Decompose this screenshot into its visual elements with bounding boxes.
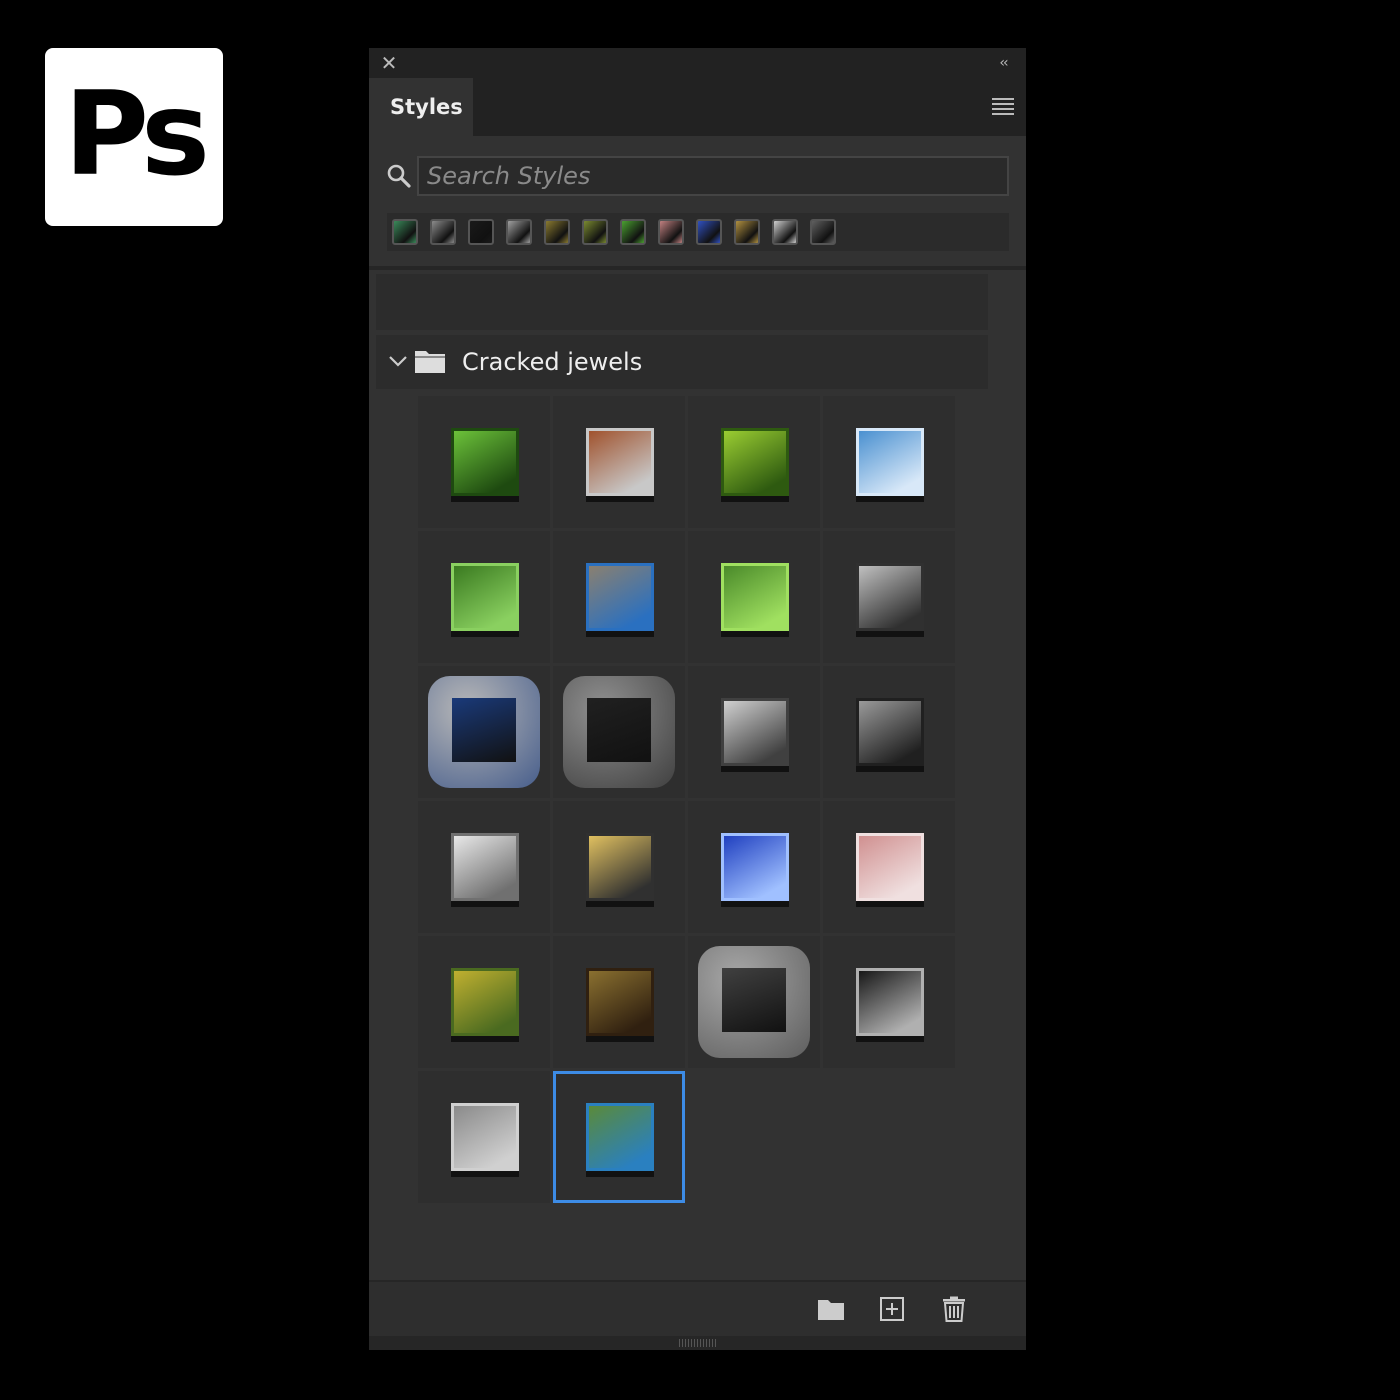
style-swatch-blue-ice[interactable] bbox=[823, 396, 955, 528]
chevron-down-icon[interactable] bbox=[386, 349, 410, 373]
style-swatch-white-marble[interactable] bbox=[418, 801, 550, 933]
cracked-stone-style-icon bbox=[698, 946, 810, 1058]
panel-titlebar: ✕ ‹‹ bbox=[369, 48, 1026, 78]
style-swatch-gray-granite[interactable] bbox=[418, 1071, 550, 1203]
cobalt-blue-style-icon bbox=[721, 833, 789, 901]
logo-text: Ps bbox=[63, 67, 210, 202]
gray-smoke-style-icon bbox=[856, 698, 924, 766]
style-swatch-black-chrome[interactable] bbox=[823, 936, 955, 1068]
style-swatch-rust-bevel[interactable] bbox=[553, 396, 685, 528]
style-swatch-stone-blue[interactable] bbox=[553, 531, 685, 663]
tab-styles[interactable]: Styles bbox=[369, 78, 473, 136]
olive-swatch-icon[interactable] bbox=[582, 219, 608, 245]
panel-menu-icon[interactable] bbox=[992, 98, 1014, 115]
style-swatch-diamond-frame[interactable] bbox=[553, 666, 685, 798]
silver-chrome-style-icon bbox=[856, 563, 924, 631]
style-swatch-gold-jewel[interactable] bbox=[553, 801, 685, 933]
silver-frame-swatch-icon[interactable] bbox=[506, 219, 532, 245]
diamond-frame-style-icon bbox=[563, 676, 675, 788]
style-swatch-lime-cracked[interactable] bbox=[688, 396, 820, 528]
green-blue-swatch-icon[interactable] bbox=[392, 219, 418, 245]
group-label: Cracked jewels bbox=[462, 348, 643, 376]
plus-square-icon[interactable] bbox=[878, 1296, 906, 1322]
black-swatch-icon[interactable] bbox=[468, 219, 494, 245]
panel-divider bbox=[369, 266, 1026, 270]
search-icon bbox=[387, 164, 411, 188]
folder-icon bbox=[415, 351, 445, 373]
tab-row: Styles bbox=[369, 78, 1026, 136]
moss-green-style-icon bbox=[451, 563, 519, 631]
search-input[interactable] bbox=[417, 156, 1009, 196]
green-glossy-style-icon bbox=[451, 428, 519, 496]
gold-swatch-icon[interactable] bbox=[544, 219, 570, 245]
style-swatch-cracked-stone[interactable] bbox=[688, 936, 820, 1068]
mesh-silver-style-icon bbox=[721, 698, 789, 766]
gold-black-swatch-icon[interactable] bbox=[734, 219, 760, 245]
style-swatch-moss-green[interactable] bbox=[418, 531, 550, 663]
white-marble-style-icon bbox=[451, 833, 519, 901]
resize-bar[interactable] bbox=[369, 1336, 1026, 1350]
style-swatch-gray-smoke[interactable] bbox=[823, 666, 955, 798]
style-group-row[interactable]: Cracked jewels bbox=[376, 335, 988, 389]
style-swatch-green-glossy[interactable] bbox=[418, 396, 550, 528]
close-icon[interactable]: ✕ bbox=[379, 52, 399, 74]
style-swatch-gold-green[interactable] bbox=[418, 936, 550, 1068]
empty-styles-row bbox=[376, 274, 988, 330]
bronze-glitter-style-icon bbox=[586, 968, 654, 1036]
black-chrome-style-icon bbox=[856, 968, 924, 1036]
green-blue-rock-style-icon bbox=[586, 1103, 654, 1171]
style-swatch-cobalt-blue[interactable] bbox=[688, 801, 820, 933]
style-swatch-blue-pearls-stone[interactable] bbox=[418, 666, 550, 798]
folder-icon[interactable] bbox=[817, 1296, 845, 1322]
gold-green-style-icon bbox=[451, 968, 519, 1036]
rust-bevel-style-icon bbox=[586, 428, 654, 496]
blue-pearls-stone-style-icon bbox=[428, 676, 540, 788]
styles-panel: ✕ ‹‹ Styles Cracked jewels bbox=[369, 48, 1026, 1350]
style-swatch-bronze-glitter[interactable] bbox=[553, 936, 685, 1068]
gold-jewel-style-icon bbox=[586, 833, 654, 901]
green-swatch-icon[interactable] bbox=[620, 219, 646, 245]
style-swatch-green-blue-rock[interactable] bbox=[553, 1071, 685, 1203]
stone-blue-style-icon bbox=[586, 563, 654, 631]
grass-green-style-icon bbox=[721, 563, 789, 631]
pink-swatch-icon[interactable] bbox=[658, 219, 684, 245]
trash-icon[interactable] bbox=[940, 1296, 968, 1322]
blue-swatch-icon[interactable] bbox=[696, 219, 722, 245]
white-swatch-icon[interactable] bbox=[772, 219, 798, 245]
blue-ice-style-icon bbox=[856, 428, 924, 496]
style-swatch-silver-chrome[interactable] bbox=[823, 531, 955, 663]
lime-cracked-style-icon bbox=[721, 428, 789, 496]
recent-styles-row bbox=[387, 213, 1009, 251]
pink-stucco-style-icon bbox=[856, 833, 924, 901]
resize-grip-icon[interactable] bbox=[679, 1339, 717, 1347]
photoshop-logo: Ps bbox=[45, 48, 223, 226]
gray-granite-style-icon bbox=[451, 1103, 519, 1171]
style-swatch-pink-stucco[interactable] bbox=[823, 801, 955, 933]
dark-gray-swatch-icon[interactable] bbox=[810, 219, 836, 245]
collapse-icon[interactable]: ‹‹ bbox=[992, 52, 1014, 74]
style-swatch-grass-green[interactable] bbox=[688, 531, 820, 663]
style-swatch-mesh-silver[interactable] bbox=[688, 666, 820, 798]
panel-footer bbox=[369, 1280, 1026, 1336]
gray-swatch-icon[interactable] bbox=[430, 219, 456, 245]
